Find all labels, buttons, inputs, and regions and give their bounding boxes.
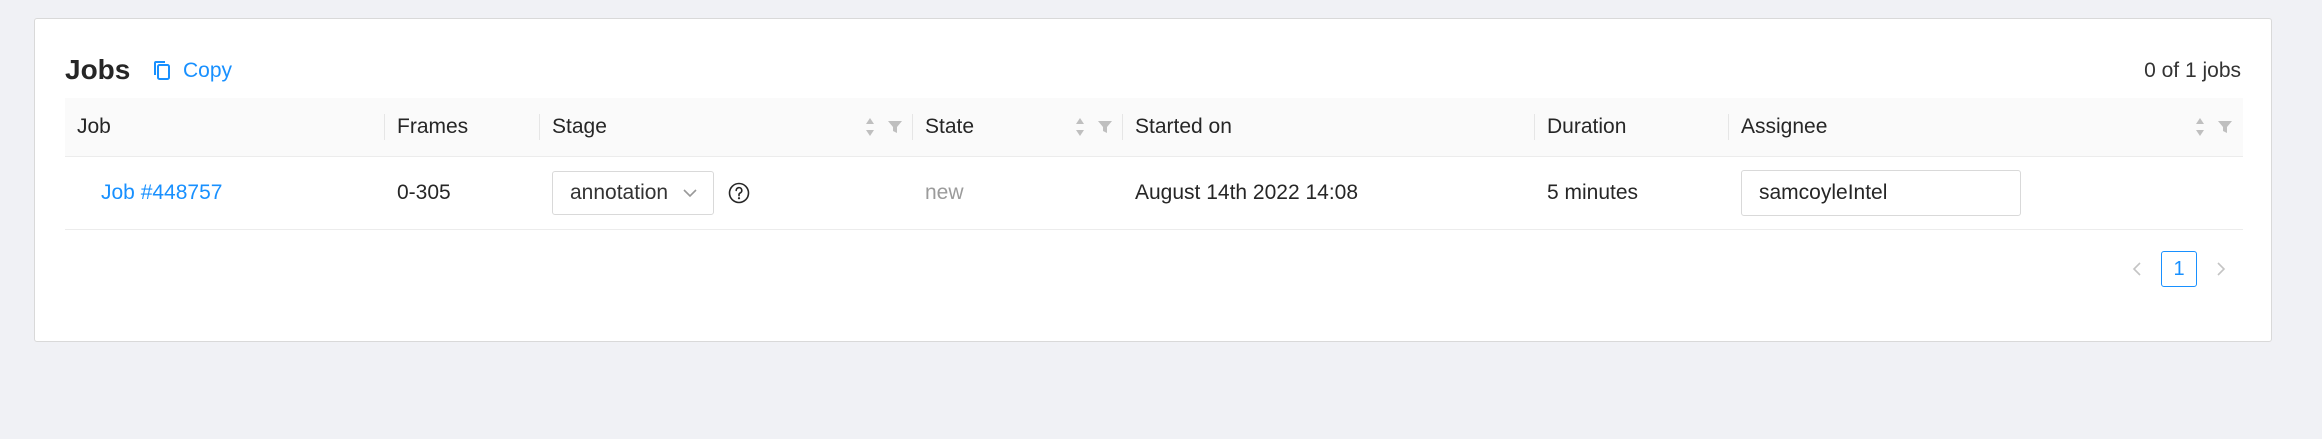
sort-icon[interactable]	[1075, 116, 1085, 138]
jobs-card: Jobs Copy 0 of 1 jobs Job Frames Stage S…	[34, 18, 2272, 342]
table-row: Job #448757 0-305 annotation new August …	[65, 157, 2243, 230]
cell-stage: annotation	[540, 157, 913, 229]
column-header-assignee-label: Assignee	[1741, 115, 1828, 138]
column-header-duration: Duration	[1535, 98, 1729, 156]
table-header: Job Frames Stage State Started on Durati…	[65, 98, 2243, 157]
cell-state: new	[925, 181, 964, 204]
column-header-job: Job	[65, 98, 385, 156]
chevron-down-icon	[683, 189, 697, 198]
page-item-current[interactable]: 1	[2161, 251, 2197, 287]
assignee-input[interactable]	[1741, 170, 2021, 216]
copy-button-label: Copy	[183, 59, 233, 82]
cell-duration: 5 minutes	[1547, 181, 1639, 204]
chevron-right-icon	[2217, 262, 2226, 276]
copy-icon	[154, 61, 170, 80]
page-title: Jobs	[65, 54, 131, 85]
column-header-frames-label: Frames	[397, 115, 469, 138]
stage-select-value: annotation	[570, 181, 669, 204]
cell-frames: 0-305	[397, 181, 451, 204]
filter-icon[interactable]	[2217, 119, 2233, 135]
cell-assignee	[1729, 157, 2243, 229]
column-header-job-label: Job	[77, 115, 111, 138]
column-header-stage-label: Stage	[552, 115, 607, 138]
column-header-duration-label: Duration	[1547, 115, 1627, 138]
filter-icon[interactable]	[1097, 119, 1113, 135]
column-header-state-label: State	[925, 115, 975, 138]
column-header-state[interactable]: State	[913, 98, 1123, 156]
pagination: 1	[2127, 251, 2231, 287]
job-link[interactable]: Job #448757	[101, 181, 222, 205]
column-header-assignee[interactable]: Assignee	[1729, 98, 2243, 156]
prev-page-button[interactable]	[2127, 257, 2147, 281]
question-circle-icon[interactable]	[728, 182, 750, 204]
column-header-started-on: Started on	[1123, 98, 1535, 156]
filter-icon[interactable]	[887, 119, 903, 135]
next-page-button[interactable]	[2211, 257, 2231, 281]
cell-started-on: August 14th 2022 14:08	[1135, 181, 1359, 204]
stage-select[interactable]: annotation	[552, 171, 714, 215]
column-header-started-on-label: Started on	[1135, 115, 1232, 138]
copy-button[interactable]: Copy	[153, 59, 232, 83]
column-header-frames: Frames	[385, 98, 540, 156]
cell-job: Job #448757	[65, 157, 385, 229]
jobs-table: Job Frames Stage State Started on Durati…	[65, 98, 2243, 230]
sort-icon[interactable]	[865, 116, 875, 138]
sort-icon[interactable]	[2195, 116, 2205, 138]
jobs-count: 0 of 1 jobs	[2144, 59, 2241, 82]
chevron-left-icon	[2132, 262, 2141, 276]
column-header-stage[interactable]: Stage	[540, 98, 913, 156]
